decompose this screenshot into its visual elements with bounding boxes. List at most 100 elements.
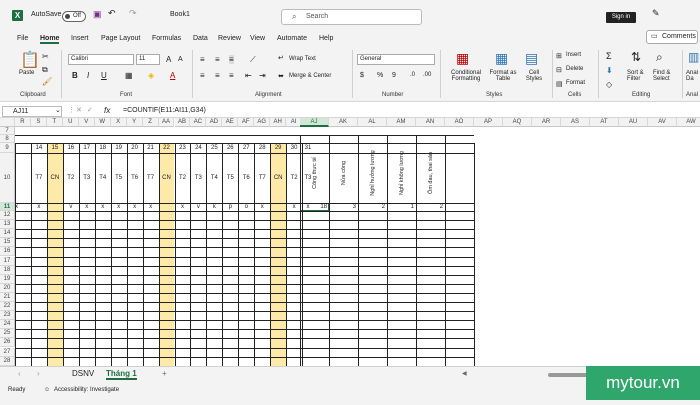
row-header-28[interactable]: 28 xyxy=(0,356,15,366)
copy-icon[interactable]: ⧉ xyxy=(42,65,48,75)
tab-view[interactable]: View xyxy=(250,35,265,42)
save-icon[interactable]: ▣ xyxy=(93,9,102,20)
enter-icon[interactable]: ✓ xyxy=(87,106,93,114)
column-header-aj[interactable]: AJ xyxy=(300,118,329,127)
paste-icon[interactable]: 📋 xyxy=(20,50,40,70)
worksheet-grid[interactable]: QRSTUVWXYZAAABACADAEAFAGAHAIAJAKALAMANAO… xyxy=(0,118,700,366)
column-header-al[interactable]: AL xyxy=(358,118,387,127)
tab-data[interactable]: Data xyxy=(193,35,208,42)
paste-label[interactable]: Paste xyxy=(19,70,34,76)
insert-cells-button[interactable]: Insert xyxy=(566,52,581,58)
formula-content[interactable]: =COUNTIF(E11:AI11,G34) xyxy=(123,107,206,114)
column-header-v[interactable]: V xyxy=(78,118,95,127)
font-color-icon[interactable]: A xyxy=(170,71,175,80)
column-header-ae[interactable]: AE xyxy=(222,118,239,127)
wrap-text-icon[interactable]: ↵ xyxy=(278,54,284,62)
cancel-icon[interactable]: ✕ xyxy=(76,106,82,114)
signin-button[interactable]: Sign in xyxy=(606,12,636,23)
align-left-icon[interactable]: ≡ xyxy=(200,71,205,80)
column-header-r[interactable]: R xyxy=(15,118,31,127)
merge-icon[interactable]: ⬌ xyxy=(278,72,284,80)
accessibility-status[interactable]: Accessibility: Investigate xyxy=(54,387,119,393)
bold-icon[interactable]: B xyxy=(72,71,78,80)
comments-button[interactable]: ▭ Comments xyxy=(646,30,698,44)
name-box[interactable]: AJ11 xyxy=(2,106,62,117)
accessibility-icon[interactable]: ☺ xyxy=(44,387,50,393)
merge-center-button[interactable]: Merge & Center xyxy=(289,73,331,79)
format-cells-icon[interactable]: ▤ xyxy=(556,80,563,88)
column-header-an[interactable]: AN xyxy=(416,118,445,127)
column-header-ar[interactable]: AR xyxy=(532,118,561,127)
autosave-toggle[interactable]: Off xyxy=(62,11,86,22)
find-select-icon[interactable]: ⌕ xyxy=(656,50,663,65)
borders-icon[interactable]: ▦ xyxy=(125,71,133,80)
insert-cells-icon[interactable]: ⊞ xyxy=(556,52,562,60)
fill-icon[interactable]: ⬇ xyxy=(606,66,613,75)
row-header-9[interactable]: 9 xyxy=(0,143,15,153)
align-right-icon[interactable]: ≡ xyxy=(229,71,234,80)
tab-review[interactable]: Review xyxy=(218,35,241,42)
row-header-11[interactable]: 11 xyxy=(0,203,15,211)
column-header-av[interactable]: AV xyxy=(648,118,677,127)
conditional-formatting-button[interactable]: Conditional Formatting xyxy=(446,70,486,82)
search-box[interactable]: ⌕ Search xyxy=(281,9,422,25)
underline-icon[interactable]: U xyxy=(101,71,107,80)
namebox-dropdown-icon[interactable]: ⌄ xyxy=(55,106,61,114)
row-header-7[interactable]: 7 xyxy=(0,127,15,135)
row-header-12[interactable]: 12 xyxy=(0,211,15,221)
tab-file[interactable]: File xyxy=(17,35,28,42)
delete-cells-button[interactable]: Delete xyxy=(566,66,583,72)
clear-icon[interactable]: ◇ xyxy=(606,80,612,89)
format-cells-button[interactable]: Format xyxy=(566,80,585,86)
row-header-10[interactable]: 10 xyxy=(0,153,15,203)
column-header-ab[interactable]: AB xyxy=(174,118,191,127)
orientation-icon[interactable]: ⟋ xyxy=(250,55,256,65)
row-header-25[interactable]: 25 xyxy=(0,329,15,339)
cut-icon[interactable]: ✂ xyxy=(42,52,49,61)
scroll-left-icon[interactable]: ◀ xyxy=(462,370,467,377)
align-top-icon[interactable]: ≡ xyxy=(200,55,205,64)
column-header-ao[interactable]: AO xyxy=(445,118,474,127)
tab-automate[interactable]: Automate xyxy=(277,35,307,42)
row-header-21[interactable]: 21 xyxy=(0,292,15,302)
tab-formulas[interactable]: Formulas xyxy=(152,35,181,42)
column-header-x[interactable]: X xyxy=(110,118,127,127)
column-header-w[interactable]: W xyxy=(94,118,111,127)
row-header-19[interactable]: 19 xyxy=(0,274,15,284)
next-sheet-icon[interactable]: › xyxy=(37,369,40,378)
grow-font-icon[interactable]: A xyxy=(166,55,171,64)
column-header-ad[interactable]: AD xyxy=(206,118,223,127)
row-header-24[interactable]: 24 xyxy=(0,320,15,330)
column-header-ah[interactable]: AH xyxy=(270,118,287,127)
sheet-tab-dsnv[interactable]: DSNV xyxy=(72,369,94,378)
column-header-ag[interactable]: AG xyxy=(254,118,271,127)
italic-icon[interactable]: I xyxy=(87,71,89,80)
column-header-u[interactable]: U xyxy=(62,118,79,127)
tab-home[interactable]: Home xyxy=(40,35,60,44)
percent-icon[interactable]: % xyxy=(377,72,383,79)
delete-cells-icon[interactable]: ⊟ xyxy=(556,66,562,74)
font-size-select[interactable]: 11 xyxy=(136,54,160,65)
sheet-tab-thang-1[interactable]: Tháng 1 xyxy=(106,369,137,380)
decrease-decimal-icon[interactable]: .00 xyxy=(423,72,431,78)
sort-filter-button[interactable]: Sort & Filter xyxy=(627,70,651,82)
comma-icon[interactable]: 9 xyxy=(392,72,396,79)
align-center-icon[interactable]: ≡ xyxy=(215,71,220,80)
column-header-at[interactable]: AT xyxy=(590,118,619,127)
analyze-data-icon[interactable]: ▥ xyxy=(688,50,699,64)
row-header-17[interactable]: 17 xyxy=(0,256,15,266)
column-header-ac[interactable]: AC xyxy=(190,118,207,127)
row-header-27[interactable]: 27 xyxy=(0,347,15,357)
number-format-select[interactable]: General xyxy=(357,54,435,65)
column-header-aq[interactable]: AQ xyxy=(503,118,532,127)
column-header-as[interactable]: AS xyxy=(561,118,590,127)
row-header-20[interactable]: 20 xyxy=(0,283,15,293)
format-table-button[interactable]: Format as Table xyxy=(486,70,520,82)
increase-indent-icon[interactable]: ⇥ xyxy=(259,71,266,80)
column-header-t[interactable]: T xyxy=(46,118,63,127)
row-header-23[interactable]: 23 xyxy=(0,311,15,321)
row-header-26[interactable]: 26 xyxy=(0,338,15,348)
font-name-select[interactable]: Calibri xyxy=(68,54,134,65)
find-select-button[interactable]: Find & Select xyxy=(653,70,678,82)
tab-help[interactable]: Help xyxy=(319,35,333,42)
